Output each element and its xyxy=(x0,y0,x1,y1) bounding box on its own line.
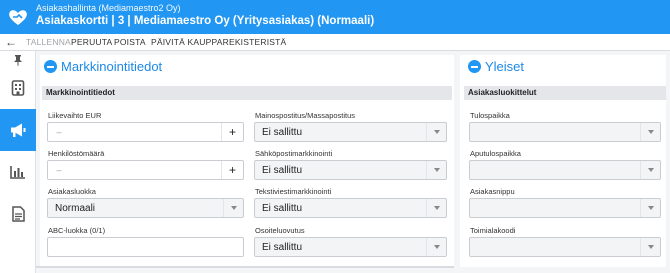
mass-mailing-value: Ei sallittu xyxy=(262,127,303,138)
sidebar-item-documents[interactable] xyxy=(0,193,36,235)
pin-icon[interactable] xyxy=(12,54,24,66)
headcount-label: Henkilöstömäärä xyxy=(48,149,105,158)
sms-marketing-select[interactable]: Ei sallittu xyxy=(254,198,447,218)
email-marketing-value: Ei sallittu xyxy=(262,165,303,176)
app-title: Asiakashallinta (Mediamaestro2 Oy) xyxy=(36,3,181,13)
aux-profit-center-select[interactable] xyxy=(469,160,661,180)
collapse-icon xyxy=(468,60,481,73)
main-content: Markkinointitiedot Markkinointitiedot Li… xyxy=(36,51,670,273)
increment-button[interactable]: + xyxy=(221,123,243,141)
general-subheader: Asiakasluokittelut xyxy=(464,86,666,100)
document-icon xyxy=(11,206,25,222)
marketing-subheader: Markkinointitiedot xyxy=(42,86,452,100)
building-icon xyxy=(11,80,25,96)
marketing-section-header[interactable]: Markkinointitiedot xyxy=(44,59,162,74)
sidebar-item-company[interactable] xyxy=(0,67,36,109)
sms-marketing-value: Ei sallittu xyxy=(262,203,303,214)
chevron-down-icon xyxy=(640,199,660,217)
industry-code-select[interactable] xyxy=(469,237,661,257)
profit-center-label: Tulospaikka xyxy=(470,111,510,120)
general-section-title: Yleiset xyxy=(485,59,525,74)
sidebar-item-marketing[interactable] xyxy=(0,109,36,151)
chevron-down-icon xyxy=(640,161,660,179)
update-from-trade-register-button[interactable]: PÄIVITÄ KAUPPAREKISTERISTÄ xyxy=(151,37,286,47)
sms-marketing-label: Tekstiviestimarkkinointi xyxy=(255,187,332,196)
revenue-label: Liikevaihto EUR xyxy=(48,111,102,120)
delete-button[interactable]: POISTA xyxy=(114,37,146,47)
heart-hands-logo-icon xyxy=(9,10,27,25)
email-marketing-select[interactable]: Ei sallittu xyxy=(254,160,447,180)
chevron-down-icon xyxy=(426,123,446,141)
save-button[interactable]: TALLENNA xyxy=(26,37,71,47)
customer-bundle-label: Asiakasnippu xyxy=(470,187,515,196)
collapse-icon xyxy=(44,60,57,73)
address-disclosure-label: Osoiteluovutus xyxy=(255,226,305,235)
decrement-button[interactable]: – xyxy=(48,161,70,179)
panel-bottom-divider xyxy=(36,266,454,268)
sidebar-item-statistics[interactable] xyxy=(0,151,36,193)
revenue-stepper[interactable]: – + xyxy=(47,122,244,142)
cancel-button[interactable]: PERUUTA xyxy=(71,37,112,47)
aux-profit-center-label: Aputulospaikka xyxy=(470,149,521,158)
address-disclosure-select[interactable]: Ei sallittu xyxy=(254,237,447,257)
profit-center-select[interactable] xyxy=(469,122,661,142)
sidebar xyxy=(0,51,36,273)
chevron-down-icon xyxy=(223,199,243,217)
page-title: Asiakaskortti | 3 | Mediamaestro Oy (Yri… xyxy=(36,15,375,27)
chevron-down-icon xyxy=(426,238,446,256)
decrement-button[interactable]: – xyxy=(48,123,70,141)
customer-class-label: Asiakasluokka xyxy=(48,187,96,196)
chevron-down-icon xyxy=(426,199,446,217)
app-header: Asiakashallinta (Mediamaestro2 Oy) Asiak… xyxy=(0,0,670,34)
headcount-stepper[interactable]: – + xyxy=(47,160,244,180)
abc-class-input[interactable] xyxy=(47,237,244,257)
customer-bundle-select[interactable] xyxy=(469,198,661,218)
industry-code-label: Toimialakoodi xyxy=(470,226,516,235)
megaphone-icon xyxy=(11,123,26,137)
chevron-down-icon xyxy=(640,238,660,256)
chevron-down-icon xyxy=(426,161,446,179)
address-disclosure-value: Ei sallittu xyxy=(262,242,303,253)
bar-chart-icon xyxy=(10,166,25,179)
increment-button[interactable]: + xyxy=(221,161,243,179)
customer-class-select[interactable]: Normaali xyxy=(47,198,244,218)
mass-mailing-select[interactable]: Ei sallittu xyxy=(254,122,447,142)
action-toolbar: ← TALLENNA PERUUTA POISTA PÄIVITÄ KAUPPA… xyxy=(0,34,670,51)
chevron-down-icon xyxy=(640,123,660,141)
customer-class-value: Normaali xyxy=(55,203,96,214)
general-section-header[interactable]: Yleiset xyxy=(468,59,524,74)
mass-mailing-label: Mainospostitus/Massapostitus xyxy=(255,111,356,120)
back-arrow-icon[interactable]: ← xyxy=(4,35,18,49)
abc-class-label: ABC-luokka (0/1) xyxy=(48,226,106,235)
email-marketing-label: Sähköpostimarkkinointi xyxy=(255,149,333,158)
marketing-section-title: Markkinointitiedot xyxy=(61,59,163,74)
